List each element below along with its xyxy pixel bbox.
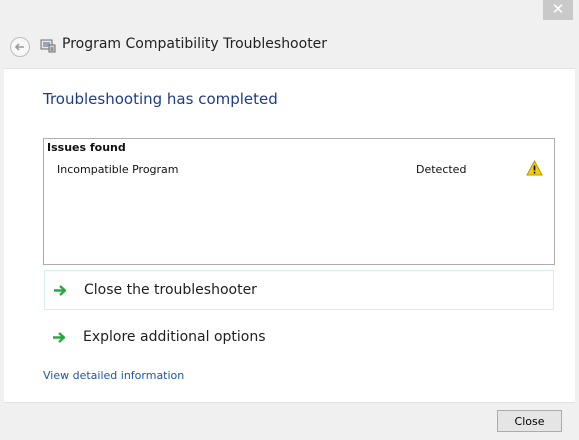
green-arrow-icon bbox=[53, 331, 66, 343]
explore-options-label: Explore additional options bbox=[83, 329, 266, 345]
warning-icon bbox=[526, 160, 543, 176]
header-bar: Program Compatibility Troubleshooter bbox=[0, 30, 579, 68]
issues-heading: Issues found bbox=[47, 141, 126, 154]
view-details-link[interactable]: View detailed information bbox=[43, 369, 184, 382]
issue-name: Incompatible Program bbox=[57, 163, 179, 176]
window-title: Program Compatibility Troubleshooter bbox=[62, 36, 328, 52]
issue-status: Detected bbox=[416, 163, 467, 176]
close-troubleshooter-option[interactable]: Close the troubleshooter bbox=[44, 270, 554, 310]
troubleshooter-window: ✕ Program Compatibility Troubleshooter T… bbox=[0, 0, 579, 440]
window-close-button[interactable]: ✕ bbox=[543, 0, 573, 20]
back-button[interactable] bbox=[10, 37, 30, 57]
back-arrow-icon bbox=[14, 43, 24, 51]
explore-options-option[interactable]: Explore additional options bbox=[44, 317, 554, 357]
page-headline: Troubleshooting has completed bbox=[43, 90, 278, 108]
close-button[interactable]: Close bbox=[497, 410, 562, 432]
green-arrow-icon bbox=[54, 284, 67, 296]
issues-list: Issues found Incompatible Program Detect… bbox=[43, 138, 555, 265]
troubleshooter-app-icon bbox=[40, 39, 56, 53]
content-panel: Troubleshooting has completed Issues fou… bbox=[4, 68, 575, 403]
close-troubleshooter-label: Close the troubleshooter bbox=[84, 282, 257, 298]
